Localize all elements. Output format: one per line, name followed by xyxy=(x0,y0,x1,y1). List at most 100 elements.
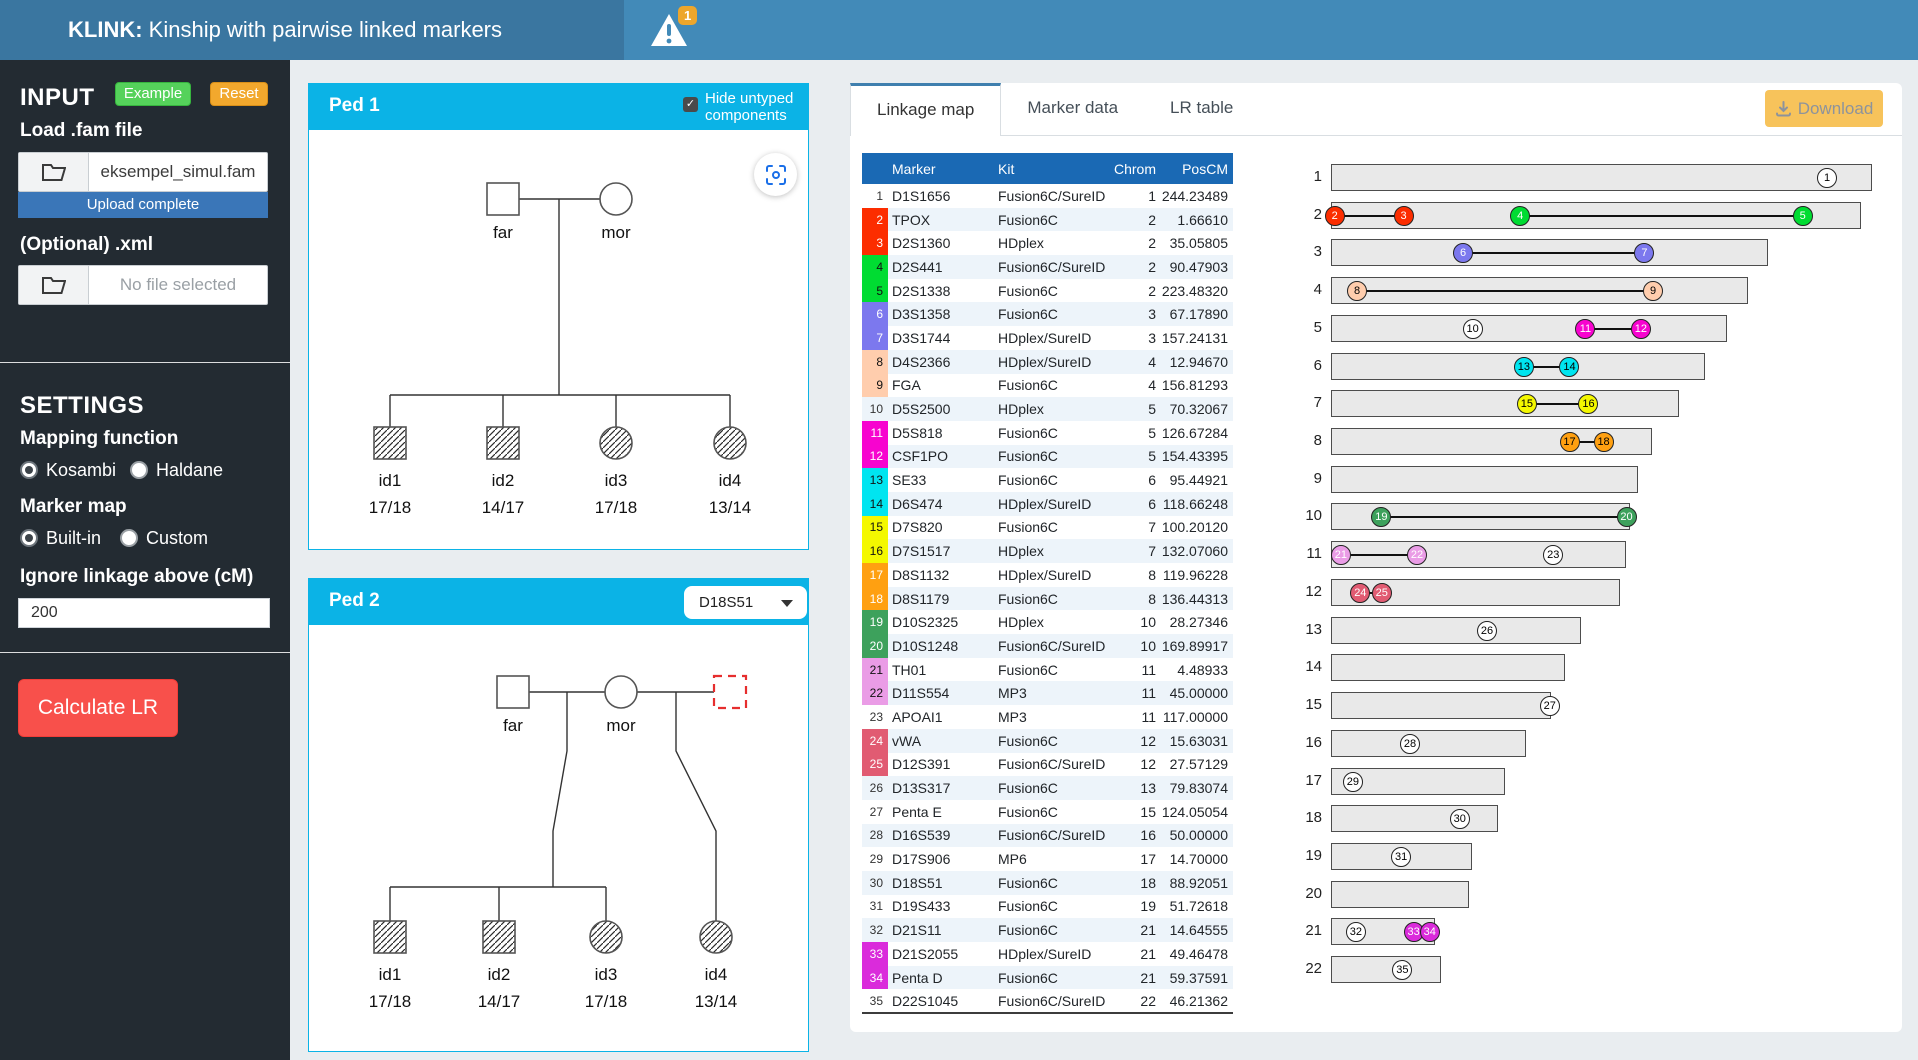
tab-lr-table[interactable]: LR table xyxy=(1144,83,1259,136)
marker-circle: 27 xyxy=(1540,696,1560,716)
marker-map-label: Marker map xyxy=(20,496,127,518)
radio-kosambi[interactable] xyxy=(20,461,38,479)
marker-circle: 13 xyxy=(1514,357,1534,377)
marker-circle: 2 xyxy=(1325,206,1345,226)
download-button[interactable]: Download xyxy=(1765,90,1883,127)
svg-text:17/18: 17/18 xyxy=(369,992,412,1011)
svg-text:id2: id2 xyxy=(488,965,511,984)
chromosome-bar: 323334 xyxy=(1331,918,1435,945)
camera-focus-icon xyxy=(765,164,787,186)
chromosome-bar: 26 xyxy=(1331,617,1581,644)
ped2-title: Ped 2 xyxy=(329,590,380,612)
chromosome-row: 81718 xyxy=(850,428,1890,455)
fam-browse-button[interactable] xyxy=(19,153,89,191)
fam-file-input[interactable]: eksempel_simul.fam xyxy=(18,152,268,192)
tab-linkage-map[interactable]: Linkage map xyxy=(850,83,1001,136)
marker-circle: 34 xyxy=(1420,922,1440,942)
radio-kosambi-label[interactable]: Kosambi xyxy=(46,460,116,481)
reset-button[interactable]: Reset xyxy=(210,82,268,106)
chromosome-row: 9 xyxy=(850,466,1890,493)
calculate-lr-button[interactable]: Calculate LR xyxy=(18,679,178,737)
ignore-linkage-input[interactable] xyxy=(18,598,270,628)
radio-builtin-label[interactable]: Built-in xyxy=(46,528,101,549)
download-label: Download xyxy=(1798,99,1874,119)
snapshot-button[interactable] xyxy=(754,153,797,196)
svg-text:id3: id3 xyxy=(605,471,628,490)
linkage-map-chart: 1122345367489510111261314715168171891019… xyxy=(850,164,1890,1060)
chromosome-label: 21 xyxy=(1282,922,1322,939)
marker-circle: 5 xyxy=(1793,206,1813,226)
chromosome-label: 3 xyxy=(1282,243,1322,260)
chromosome-label: 20 xyxy=(1282,885,1322,902)
chromosome-label: 16 xyxy=(1282,734,1322,751)
marker-circle: 10 xyxy=(1463,319,1483,339)
svg-text:far: far xyxy=(493,223,513,242)
chromosome-label: 22 xyxy=(1282,960,1322,977)
marker-circle: 29 xyxy=(1343,772,1363,792)
ped1-title: Ped 1 xyxy=(329,95,380,117)
svg-text:id4: id4 xyxy=(705,965,728,984)
chromosome-label: 18 xyxy=(1282,809,1322,826)
marker-circle: 19 xyxy=(1371,507,1391,527)
xml-browse-button[interactable] xyxy=(19,266,89,304)
marker-circle: 17 xyxy=(1560,432,1580,452)
chromosome-label: 5 xyxy=(1282,319,1322,336)
svg-text:mor: mor xyxy=(606,716,636,735)
chromosome-label: 4 xyxy=(1282,281,1322,298)
marker-circle: 14 xyxy=(1559,357,1579,377)
chromosome-label: 15 xyxy=(1282,696,1322,713)
tab-bar: Linkage map Marker data LR table xyxy=(850,83,1902,136)
hide-untyped-line1: Hide untyped xyxy=(705,90,793,107)
chromosome-label: 8 xyxy=(1282,432,1322,449)
upload-progress: Upload complete xyxy=(18,192,268,218)
tab-marker-data[interactable]: Marker data xyxy=(1001,83,1144,136)
mapping-function-group: Kosambi Haldane xyxy=(20,460,270,480)
radio-custom-label[interactable]: Custom xyxy=(146,528,208,549)
ped2-pedigree-drawing: farmorid117/18id214/17id317/18id413/14 xyxy=(309,625,808,1051)
example-button[interactable]: Example xyxy=(115,82,191,106)
sidebar: INPUT Example Reset Load .fam file eksem… xyxy=(0,60,290,1060)
ped2-header: Ped 2 D18S51 xyxy=(309,579,808,625)
marker-circle: 11 xyxy=(1575,319,1595,339)
marker-circle: 1 xyxy=(1817,168,1837,188)
hide-untyped-line2: components xyxy=(705,107,787,124)
ped1-pedigree-drawing: farmorid117/18id214/17id317/18id413/14 xyxy=(309,130,808,549)
ped1-plot: farmorid117/18id214/17id317/18id413/14 xyxy=(309,130,808,549)
chromosome-bar: 1 xyxy=(1331,164,1872,191)
hide-untyped-label[interactable]: Hide untypedcomponents xyxy=(705,90,793,124)
chromosome-row: 1729 xyxy=(850,768,1890,795)
radio-haldane[interactable] xyxy=(130,461,148,479)
chromosome-label: 9 xyxy=(1282,470,1322,487)
marker-circle: 12 xyxy=(1631,319,1651,339)
marker-dropdown-value: D18S51 xyxy=(699,594,753,611)
radio-custom[interactable] xyxy=(120,529,138,547)
hide-untyped-checkbox[interactable]: ✓ xyxy=(683,97,698,112)
marker-link-line xyxy=(1357,290,1653,292)
svg-text:14/17: 14/17 xyxy=(482,498,525,517)
chromosome-row: 22345 xyxy=(850,202,1890,229)
chromosome-label: 19 xyxy=(1282,847,1322,864)
chromosome-row: 367 xyxy=(850,239,1890,266)
marker-link-line xyxy=(1463,252,1644,254)
warning-indicator[interactable]: 1 xyxy=(648,10,708,54)
marker-circle: 21 xyxy=(1331,545,1351,565)
chromosome-bar: 89 xyxy=(1331,277,1748,304)
svg-text:mor: mor xyxy=(601,223,631,242)
marker-dropdown[interactable]: D18S51 xyxy=(684,586,807,619)
xml-file-input[interactable]: No file selected xyxy=(18,265,268,305)
marker-circle: 8 xyxy=(1347,281,1367,301)
chromosome-bar: 2345 xyxy=(1331,202,1861,229)
chromosome-row: 4 89 xyxy=(850,277,1890,304)
radio-haldane-label[interactable]: Haldane xyxy=(156,460,223,481)
marker-circle: 20 xyxy=(1617,507,1637,527)
chromosome-label: 17 xyxy=(1282,772,1322,789)
ped1-panel: Ped 1 ✓ Hide untypedcomponents farmorid1… xyxy=(308,83,809,550)
chromosome-label: 2 xyxy=(1282,206,1322,223)
chromosome-bar: 30 xyxy=(1331,805,1498,832)
radio-builtin[interactable] xyxy=(20,529,38,547)
chromosome-row: 21 323334 xyxy=(850,918,1890,945)
chromosome-bar: 28 xyxy=(1331,730,1526,757)
marker-circle: 15 xyxy=(1517,394,1537,414)
chromosome-bar: 1516 xyxy=(1331,390,1679,417)
xml-placeholder: No file selected xyxy=(89,266,267,304)
